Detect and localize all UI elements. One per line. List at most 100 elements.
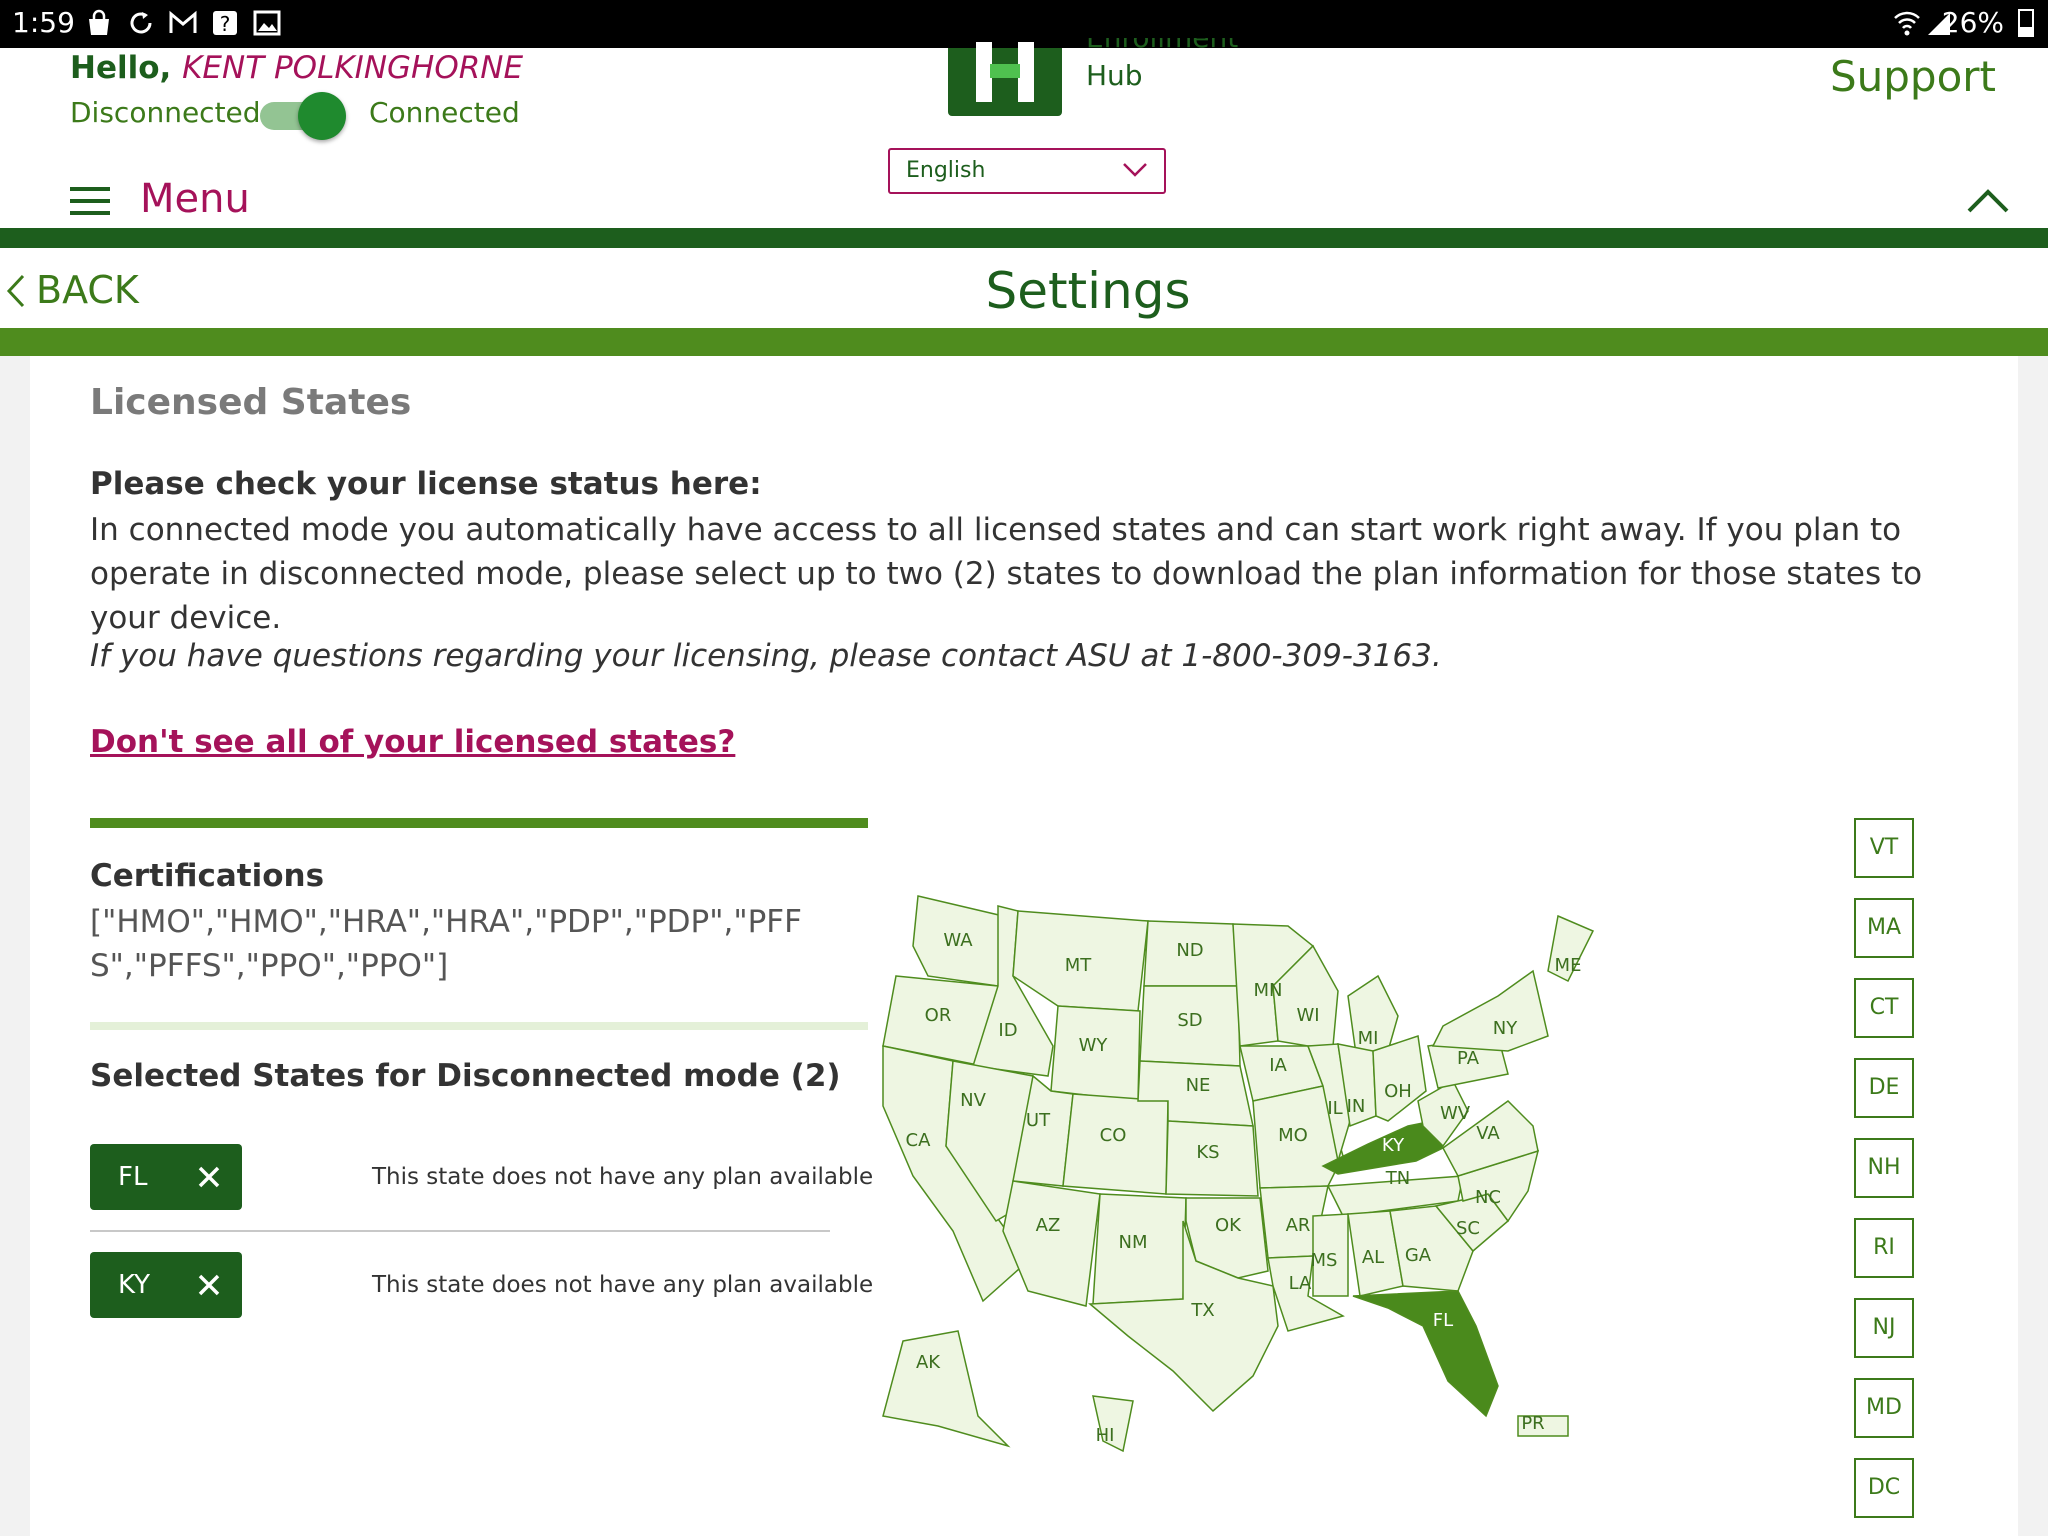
state-button-vt[interactable]: VT (1854, 818, 1914, 878)
app-header: Hello, KENT POLKINGHORNE Disconnected Co… (0, 38, 2048, 228)
image-icon (253, 10, 281, 36)
logo-h-icon (976, 42, 1034, 102)
state-label-nv: NV (960, 1090, 986, 1111)
missing-states-link[interactable]: Don't see all of your licensed states? (90, 724, 735, 760)
state-label-ia: IA (1269, 1055, 1287, 1076)
state-label-nc: NC (1475, 1187, 1501, 1208)
state-label-tn: TN (1385, 1168, 1410, 1189)
state-label-ok: OK (1215, 1215, 1242, 1236)
help-icon: ? (213, 11, 237, 36)
battery-level: 26% (1941, 6, 2004, 39)
connection-toggle[interactable] (260, 92, 346, 140)
state-label-la: LA (1289, 1273, 1312, 1294)
state-button-nh[interactable]: NH (1854, 1138, 1914, 1198)
contact-text: If you have questions regarding your lic… (90, 638, 1442, 674)
wifi-icon (1894, 11, 1920, 36)
menu-label: Menu (140, 176, 250, 222)
title-band: Settings BACK (0, 248, 2048, 328)
state-button-ma[interactable]: MA (1854, 898, 1914, 958)
state-plan-note: This state does not have any plan availa… (372, 1272, 874, 1298)
state-label-wy: WY (1079, 1035, 1109, 1056)
state-label-nd: ND (1176, 940, 1203, 961)
logo-text-cut: Enrollment (1086, 38, 1238, 54)
sync-icon (130, 12, 152, 34)
state-chip-fl: FL (90, 1144, 242, 1210)
state-label-nm: NM (1119, 1232, 1148, 1253)
state-label-ky: KY (1382, 1135, 1405, 1156)
hamburger-icon (70, 187, 110, 215)
state-label-wi: WI (1296, 1005, 1319, 1026)
state-label-mn: MN (1254, 980, 1283, 1001)
section-title: Licensed States (90, 382, 412, 423)
state-label-ak: AK (916, 1352, 941, 1373)
state-label-ut: UT (1026, 1110, 1051, 1131)
header-divider (0, 228, 2048, 248)
state-shape-ak[interactable] (882, 1330, 1011, 1448)
connected-label: Connected (369, 96, 520, 129)
license-info-text: In connected mode you automatically have… (90, 512, 1923, 636)
state-label-sd: SD (1177, 1010, 1202, 1031)
state-label-ne: NE (1186, 1075, 1211, 1096)
back-label: BACK (36, 268, 139, 312)
state-label-ms: MS (1311, 1250, 1338, 1271)
title-divider (0, 328, 2048, 356)
state-label-az: AZ (1036, 1215, 1061, 1236)
user-name: KENT POLKINGHORNE (182, 50, 524, 86)
state-label-pr: PR (1521, 1413, 1544, 1434)
toggle-knob (298, 92, 346, 140)
battery-icon (2018, 9, 2034, 37)
selected-states-title: Selected States for Disconnected mode (2… (90, 1058, 841, 1094)
chevron-up-icon[interactable] (1966, 188, 2010, 214)
state-label-oh: OH (1384, 1081, 1412, 1102)
state-button-ri[interactable]: RI (1854, 1218, 1914, 1278)
state-shape-oh[interactable] (1372, 1035, 1427, 1122)
state-label-ar: AR (1286, 1215, 1311, 1236)
state-label-fl: FL (1433, 1310, 1453, 1331)
state-button-dc[interactable]: DC (1854, 1458, 1914, 1518)
state-button-ct[interactable]: CT (1854, 978, 1914, 1038)
state-button-md[interactable]: MD (1854, 1378, 1914, 1438)
certifications-title: Certifications (90, 858, 325, 894)
state-label-pa: PA (1457, 1048, 1480, 1069)
state-label-or: OR (925, 1005, 952, 1026)
remove-state-icon[interactable] (196, 1164, 222, 1190)
gmail-icon (169, 10, 197, 33)
greeting-label: Hello, (70, 50, 172, 86)
enrollment-hub-logo (948, 42, 1062, 116)
state-label-tx: TX (1190, 1300, 1214, 1321)
certifications-separator (90, 1022, 868, 1030)
remove-state-icon[interactable] (196, 1272, 222, 1298)
status-bar: 1:59 ? 26% (0, 0, 2048, 48)
state-shape-az[interactable] (1002, 1180, 1101, 1307)
support-link[interactable]: Support (1830, 52, 1996, 101)
chevron-down-icon (1123, 163, 1147, 177)
us-states-map[interactable]: WA OR CA ID NV MT WY UT AZ CO NM ND SD NE KS OK TX MN IA MO… (868, 876, 1838, 1536)
state-label-va: VA (1476, 1123, 1500, 1144)
state-button-nj[interactable]: NJ (1854, 1298, 1914, 1358)
state-shape-fl[interactable] (1352, 1290, 1499, 1418)
state-label-me: ME (1555, 955, 1582, 976)
state-label-hi: HI (1096, 1425, 1115, 1446)
state-chip-code: KY (118, 1270, 151, 1300)
state-label-ga: GA (1405, 1245, 1432, 1266)
state-label-mo: MO (1278, 1125, 1308, 1146)
state-label-ca: CA (906, 1130, 932, 1151)
license-check-heading: Please check your license status here: (90, 466, 762, 502)
state-shapes (882, 895, 1595, 1453)
state-shape-ny[interactable] (1431, 969, 1549, 1052)
state-label-sc: SC (1456, 1218, 1480, 1239)
state-label-in: IN (1347, 1096, 1366, 1117)
state-label-id: ID (998, 1020, 1017, 1041)
state-label-wa: WA (943, 930, 973, 951)
state-button-de[interactable]: DE (1854, 1058, 1914, 1118)
logo-text-hub: Hub (1086, 59, 1143, 92)
state-label-ny: NY (1493, 1018, 1518, 1039)
state-label-wv: WV (1440, 1103, 1471, 1124)
state-label-al: AL (1362, 1247, 1384, 1268)
state-plan-note: This state does not have any plan availa… (372, 1164, 874, 1190)
logo-text: Enrollment Hub (1086, 38, 1238, 94)
state-label-co: CO (1100, 1125, 1127, 1146)
language-select[interactable]: English (888, 148, 1166, 194)
state-label-ks: KS (1196, 1142, 1219, 1163)
bag-icon (89, 9, 109, 35)
